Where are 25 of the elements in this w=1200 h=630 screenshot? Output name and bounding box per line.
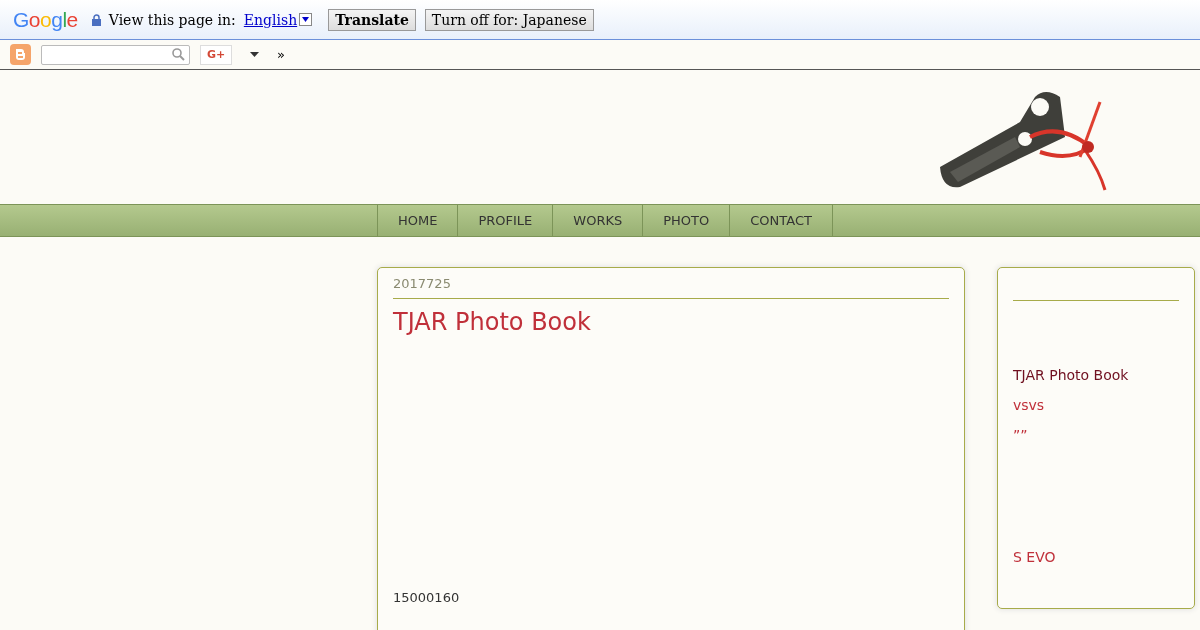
search-field[interactable] (41, 44, 190, 65)
nav-item[interactable]: CONTACT (729, 205, 833, 236)
post-date: 2017725 (393, 276, 949, 299)
translate-prompt: View this page in: (108, 11, 236, 28)
language-link[interactable]: English (243, 11, 298, 28)
sidebar-link[interactable]: S EVO (1013, 549, 1179, 565)
sidebar-link[interactable]: ”” (1013, 427, 1179, 443)
google-plus-button[interactable]: G+ (200, 44, 232, 65)
blogger-icon[interactable] (10, 44, 31, 65)
turn-off-button[interactable]: Turn off for: Japanese (424, 8, 594, 31)
nav-item[interactable]: PROFILE (457, 205, 553, 236)
google-logo: Google (13, 7, 78, 32)
caret-icon[interactable] (250, 52, 259, 57)
post-title[interactable]: TJAR Photo Book (393, 308, 949, 590)
nav-item[interactable]: PHOTO (642, 205, 730, 236)
lock-icon (91, 13, 101, 26)
search-icon[interactable] (172, 48, 185, 61)
post-text: 15000160 (393, 590, 461, 605)
nav-item[interactable]: WORKS (552, 205, 643, 236)
sidebar-link[interactable]: TJAR Photo Book (1013, 367, 1179, 383)
nav-item[interactable]: HOME (377, 205, 458, 236)
sidebar-link[interactable]: vsvs (1013, 397, 1179, 413)
dropdown-icon[interactable] (299, 13, 313, 26)
more-button[interactable]: » (277, 47, 285, 62)
translate-button[interactable]: Translate (328, 8, 416, 31)
